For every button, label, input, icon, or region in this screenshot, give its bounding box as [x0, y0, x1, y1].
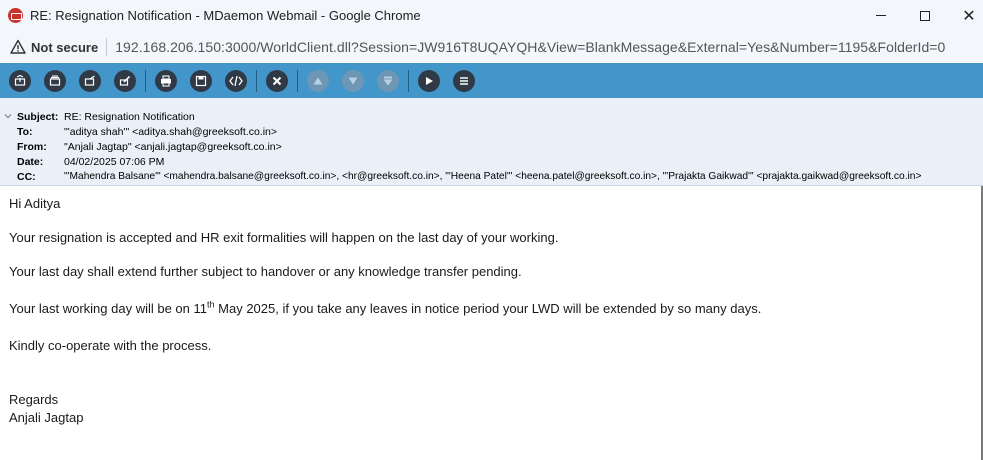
address-divider — [106, 38, 108, 56]
window-titlebar: RE: Resignation Notification - MDaemon W… — [0, 0, 983, 31]
move-icon — [383, 76, 393, 85]
from-value[interactable]: "Anjali Jagtap" <anjali.jagtap@greeksoft… — [64, 141, 282, 153]
maximize-icon — [920, 10, 930, 21]
close-icon: ✕ — [962, 7, 976, 25]
ordinal-suffix: th — [207, 299, 215, 310]
body-text: Your last working day will be on 11 — [9, 301, 208, 316]
date-value: 04/02/2025 07:06 PM — [64, 155, 165, 168]
message-body: Hi Aditya Your resignation is accepted a… — [0, 186, 983, 460]
toolbar-divider — [145, 69, 146, 92]
view-source-button[interactable] — [225, 69, 247, 92]
from-label: From: — [17, 140, 47, 153]
forward-icon — [84, 75, 95, 86]
edit-icon — [119, 75, 131, 86]
message-headers: Subject: RE: Resignation Notification To… — [0, 98, 983, 186]
collapse-headers-icon[interactable] — [4, 112, 12, 120]
next-message-button[interactable] — [342, 69, 364, 92]
toolbar-divider — [297, 69, 298, 92]
move-message-button[interactable] — [377, 69, 399, 92]
mdaemon-app-icon — [8, 8, 23, 23]
window-title: RE: Resignation Notification - MDaemon W… — [30, 8, 421, 23]
toolbar-divider — [256, 69, 257, 92]
delete-button[interactable] — [266, 69, 288, 92]
url-field[interactable]: 192.168.206.150:3000/WorldClient.dll?Ses… — [115, 39, 945, 55]
maximize-button[interactable] — [902, 0, 948, 31]
body-paragraph: Your resignation is accepted and HR exit… — [9, 230, 559, 245]
security-status[interactable]: Not secure — [31, 40, 98, 55]
to-label: To: — [17, 125, 33, 138]
body-greeting: Hi Aditya — [9, 196, 61, 211]
previous-message-button[interactable] — [307, 69, 329, 92]
play-button[interactable] — [418, 69, 440, 92]
minimize-button[interactable] — [858, 0, 904, 31]
cc-value[interactable]: "'Mahendra Balsane'" <mahendra.balsane@g… — [64, 171, 921, 182]
save-icon — [195, 75, 207, 86]
reply-all-icon — [49, 75, 61, 86]
reply-icon — [14, 74, 26, 86]
warning-icon[interactable] — [10, 39, 26, 55]
menu-icon — [460, 76, 468, 85]
body-text: May 2025, if you take any leaves in noti… — [214, 301, 762, 316]
reply-button[interactable] — [9, 69, 31, 92]
toolbar-divider — [408, 69, 409, 92]
close-button[interactable]: ✕ — [946, 0, 983, 31]
minimize-icon — [876, 15, 886, 16]
body-paragraph: Your last working day will be on 11th Ma… — [9, 299, 762, 316]
print-button[interactable] — [155, 69, 177, 92]
message-toolbar — [0, 63, 983, 98]
view-source-icon — [229, 75, 243, 86]
save-button[interactable] — [190, 69, 212, 92]
subject-label: Subject: — [17, 110, 59, 123]
delete-icon — [272, 76, 282, 85]
next-icon — [348, 77, 358, 84]
body-signature: Anjali Jagtap — [9, 410, 84, 425]
play-icon — [426, 76, 433, 85]
print-icon — [161, 74, 171, 87]
subject-value: RE: Resignation Notification — [64, 110, 195, 123]
body-paragraph: Your last day shall extend further subje… — [9, 264, 522, 279]
reply-all-button[interactable] — [44, 69, 66, 92]
body-paragraph: Kindly co-operate with the process. — [9, 338, 212, 353]
cc-label: CC: — [17, 170, 36, 183]
previous-icon — [313, 77, 323, 84]
address-bar[interactable]: Not secure 192.168.206.150:3000/WorldCli… — [0, 31, 983, 63]
date-label: Date: — [17, 155, 44, 168]
forward-button[interactable] — [79, 69, 101, 92]
body-regards: Regards — [9, 392, 59, 407]
edit-button[interactable] — [114, 69, 136, 92]
to-value[interactable]: "'aditya shah'" <aditya.shah@greeksoft.c… — [64, 126, 277, 138]
menu-button[interactable] — [453, 69, 475, 92]
